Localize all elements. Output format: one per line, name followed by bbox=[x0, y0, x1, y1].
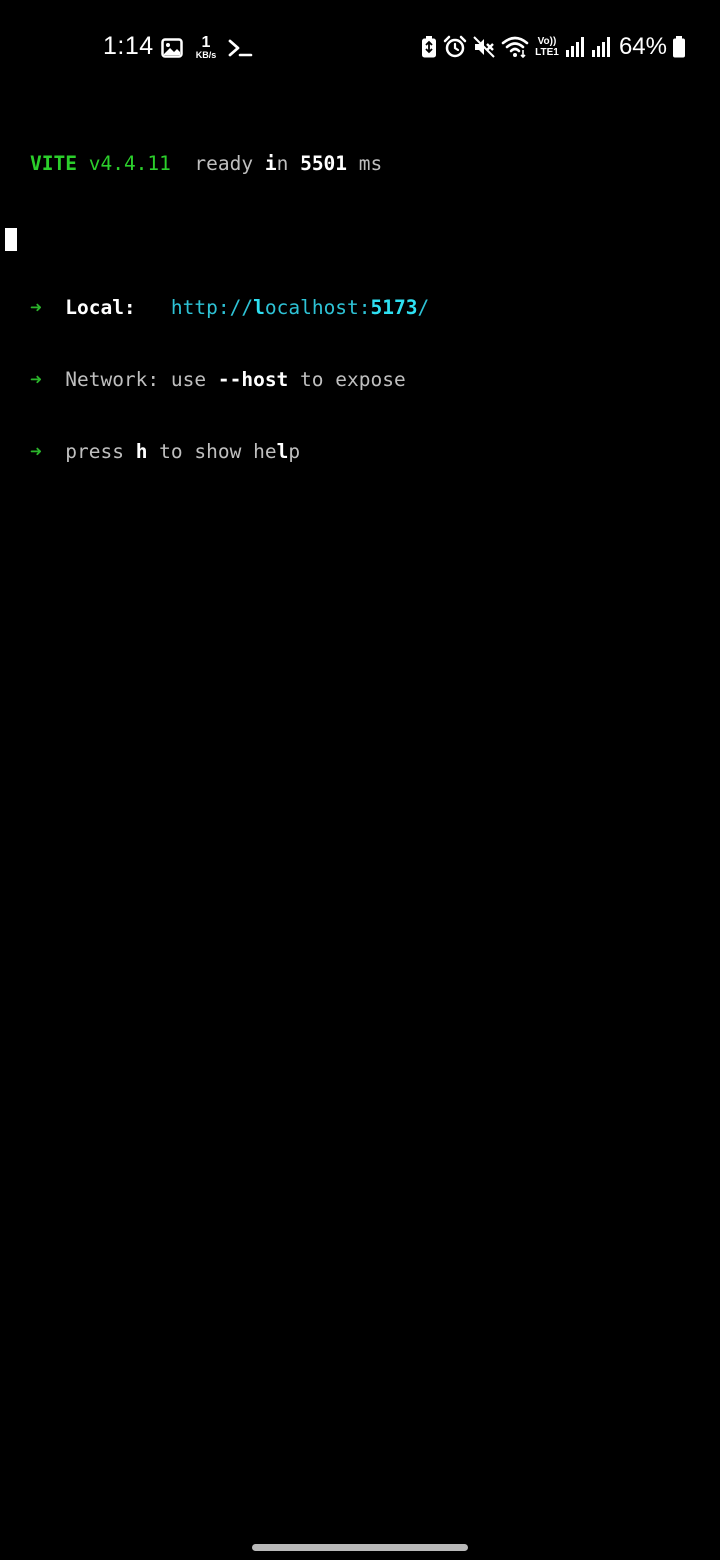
net-speed-indicator: 1 KB/s bbox=[191, 33, 221, 61]
help-rest-l: l bbox=[276, 440, 289, 463]
terminal-output: VITE v4.4.11 ready in 5501 ms ➜ Local: h… bbox=[30, 104, 429, 512]
vite-name: VITE bbox=[30, 152, 77, 175]
vite-version: v4.4.11 bbox=[88, 152, 171, 175]
ready-time-value: 5501 bbox=[300, 152, 348, 175]
help-rest-a: to show he bbox=[147, 440, 277, 463]
arrow-icon: ➜ bbox=[30, 368, 42, 391]
status-right-icons: Vo)) LTE1 64% bbox=[420, 31, 686, 63]
terminal-screen: 1:14 1 KB/s Vo)) LTE1 64% VITE v4.4.11 r… bbox=[0, 0, 720, 1560]
battery-saver-icon bbox=[420, 35, 438, 59]
url-slash: / bbox=[417, 296, 430, 319]
url-ocal: ocal bbox=[264, 296, 312, 319]
ready-time-unit: ms bbox=[347, 152, 383, 175]
net-speed-unit: KB/s bbox=[195, 49, 217, 60]
alarm-icon bbox=[443, 35, 467, 59]
gallery-icon bbox=[161, 37, 183, 59]
network-label: Network: bbox=[65, 368, 160, 391]
url-prefix: http:// bbox=[170, 296, 254, 319]
net-speed-value: 1 bbox=[201, 33, 211, 51]
battery-percent: 64% bbox=[618, 33, 667, 60]
terminal-cursor[interactable] bbox=[5, 228, 17, 251]
battery-icon bbox=[672, 35, 686, 59]
network-text-after: to expose bbox=[288, 368, 406, 391]
in-text-n: n bbox=[276, 152, 301, 175]
mute-icon bbox=[472, 35, 496, 59]
host-flag: --host bbox=[217, 368, 289, 391]
ready-text: ready bbox=[194, 152, 265, 175]
help-rest-p: p bbox=[288, 440, 301, 463]
status-bar: 1:14 1 KB/s Vo)) LTE1 64% bbox=[0, 0, 720, 92]
status-left-icons: 1 KB/s bbox=[161, 33, 253, 63]
signal-icon bbox=[565, 36, 585, 58]
url-l: l bbox=[253, 296, 265, 319]
network-text-before: use bbox=[159, 368, 218, 391]
arrow-icon: ➜ bbox=[30, 440, 42, 463]
volte-top: Vo)) bbox=[537, 36, 557, 47]
help-press: press bbox=[65, 440, 136, 463]
network-line: ➜ Network: use --host to expose bbox=[30, 368, 429, 392]
vite-banner-line: VITE v4.4.11 ready in 5501 ms bbox=[30, 152, 429, 176]
home-gesture-bar[interactable] bbox=[252, 1544, 468, 1551]
help-line: ➜ press h to show help bbox=[30, 440, 429, 464]
arrow-icon: ➜ bbox=[30, 296, 42, 319]
local-url-line: ➜ Local: http://localhost:5173/ bbox=[30, 296, 429, 320]
url-host: host: bbox=[311, 296, 371, 319]
local-label: Local: bbox=[65, 296, 136, 319]
wifi-icon bbox=[501, 35, 529, 59]
volte-bottom: LTE1 bbox=[535, 47, 559, 58]
volte-indicator: Vo)) LTE1 bbox=[534, 36, 560, 58]
url-port: 5173 bbox=[370, 296, 418, 319]
terminal-icon bbox=[227, 37, 253, 59]
help-key: h bbox=[135, 440, 148, 463]
local-url-link[interactable]: http://localhost:5173/ bbox=[171, 296, 429, 319]
signal-icon bbox=[590, 36, 612, 58]
status-time: 1:14 bbox=[103, 32, 154, 60]
in-text-i: i bbox=[264, 152, 277, 175]
